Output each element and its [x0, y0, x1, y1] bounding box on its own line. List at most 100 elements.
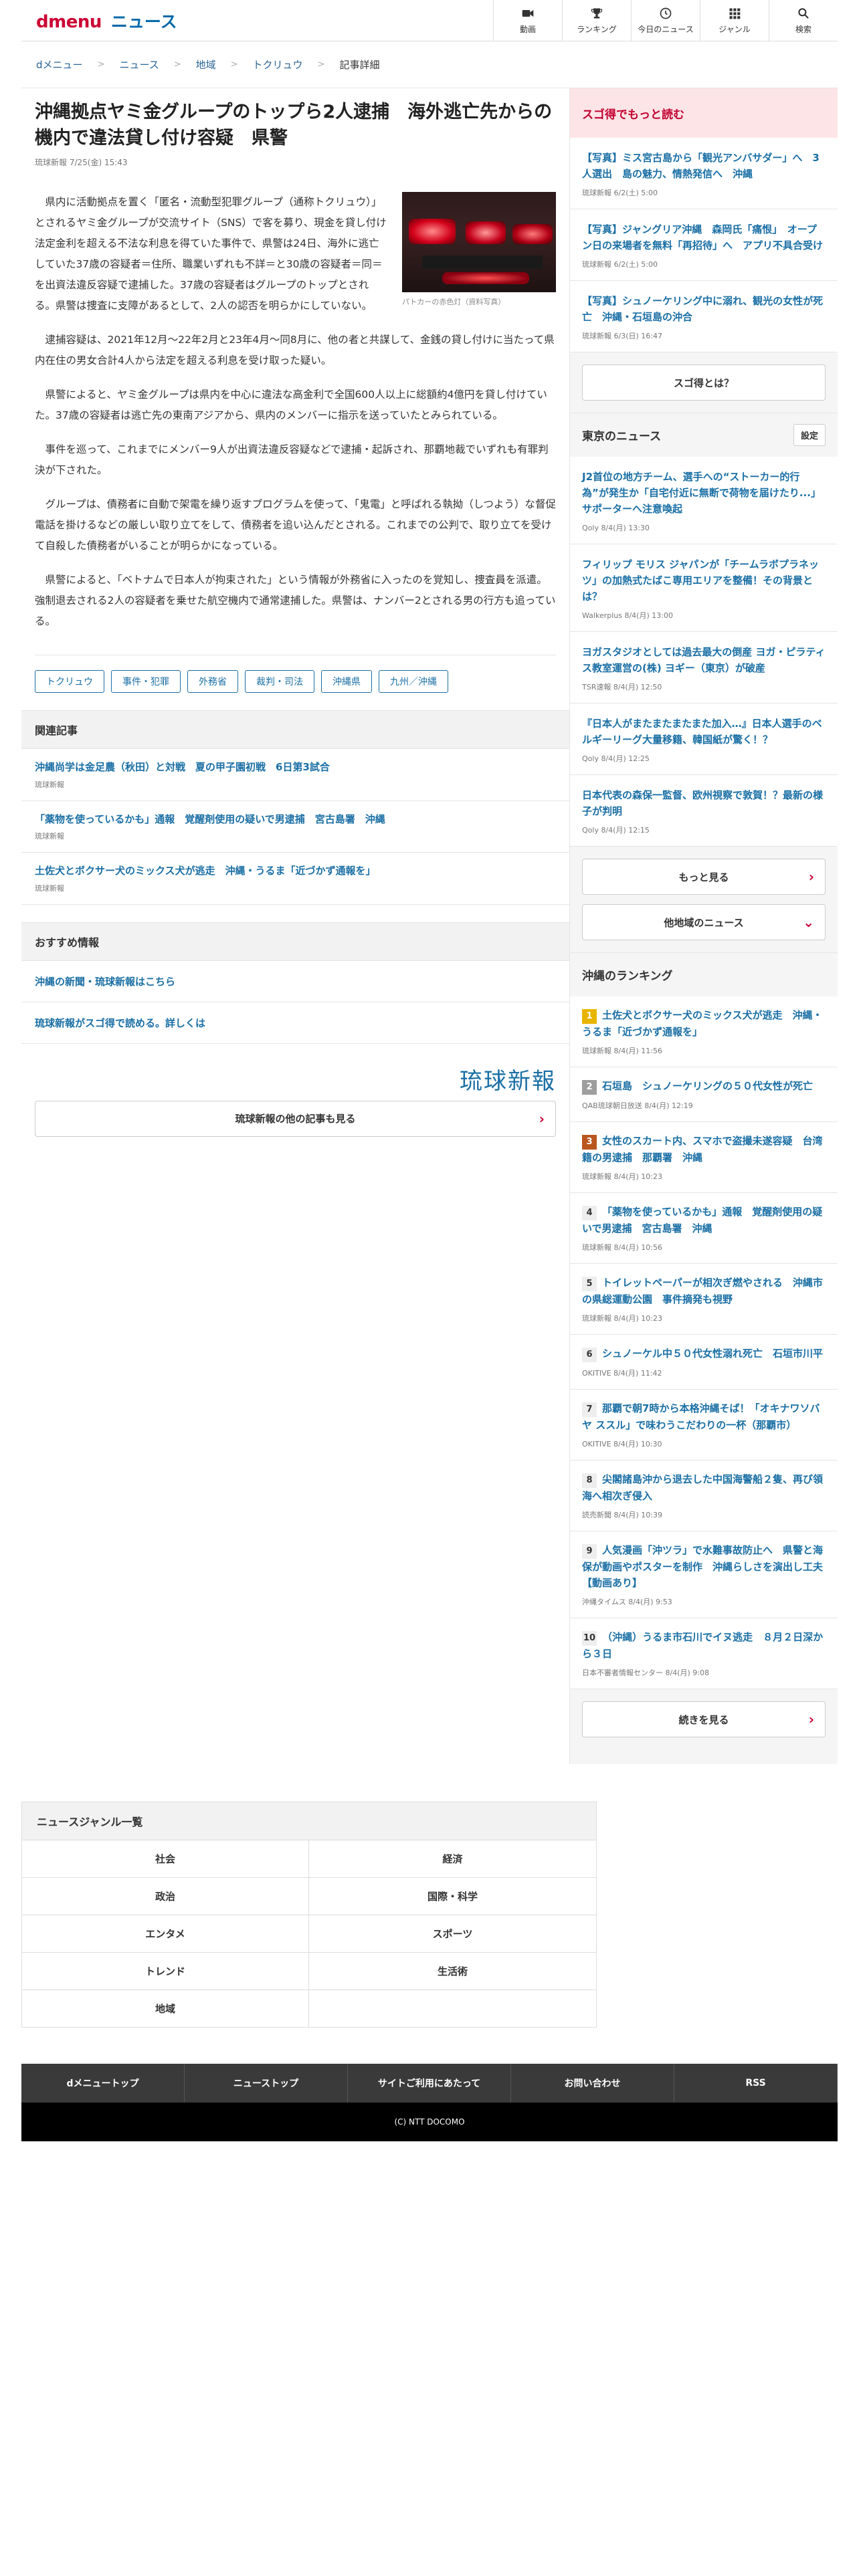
ranking-item[interactable]: 5 トイレットペーパーが相次ぎ燃やされる 沖縄市の県総運動公園 事件摘発も視野 琉… [570, 1264, 838, 1335]
tokyo-news-title[interactable]: J2首位の地方チーム、選手への“ストーカー的行為”が発生か「自宅付近に無断で荷物… [582, 469, 826, 517]
tokyo-news-item[interactable]: J2首位の地方チーム、選手への“ストーカー的行為”が発生か「自宅付近に無断で荷物… [570, 457, 838, 544]
tag-okinawa[interactable]: 沖縄県 [321, 670, 372, 693]
nav-search[interactable]: 検索 [769, 0, 838, 41]
sugotoku-title[interactable]: 【写真】ミス宮古島から「観光アンバサダー」へ 3人選出 島の魅力、情熱発信へ 沖… [582, 150, 826, 182]
article-photo[interactable]: パトカーの赤色灯（資料写真） [402, 192, 556, 310]
recommend-link[interactable]: 琉球新報がスゴ得で読める。詳しくは [21, 1002, 569, 1044]
sugotoku-about-button[interactable]: スゴ得とは？ [582, 364, 826, 401]
ranking-title[interactable]: 9 人気漫画「沖ツラ」で水難事故防止へ 県警と海保が動画やポスターを制作 沖縄らし… [582, 1542, 826, 1591]
tag-crime[interactable]: 事件・犯罪 [111, 670, 181, 693]
ranking-item[interactable]: 6 シュノーケル中５０代女性溺れ死亡 石垣市川平 OKITIVE 8/4(月) 1… [570, 1335, 838, 1390]
recommend-link[interactable]: 沖縄の新聞・琉球新報はこちら [21, 961, 569, 1002]
nav-genre[interactable]: ジャンル [700, 0, 769, 41]
genre-sports[interactable]: スポーツ [309, 1915, 597, 1953]
related-item[interactable]: 沖縄尚学は金足農（秋田）と対戦 夏の甲子園初戦 6日第3試合 琉球新報 [21, 749, 569, 801]
tokyo-news-item[interactable]: ヨガスタジオとしては過去最大の倒産 ヨガ・ピラティス教室運営の(株) ヨギー（東… [570, 632, 838, 704]
police-lamp-image[interactable] [402, 192, 556, 293]
ranking-title[interactable]: 10 （沖縄）うるま市石川でイヌ逃走 ８月２日深から３日 [582, 1629, 826, 1662]
tokyo-news-title[interactable]: 日本代表の森保一監督、欧州視察で敦賀！？最新の様子が判明 [582, 787, 826, 819]
chevron-right-icon: › [808, 1711, 814, 1727]
ranking-title[interactable]: 4 「薬物を使っているかも」通報 覚醒剤使用の疑いで男逮捕 宮古島署 沖縄 [582, 1204, 826, 1237]
ranking-item[interactable]: 1 土佐犬とボクサー犬のミックス犬が逃走 沖縄・うるま「近づかず通報を」 琉球新報… [570, 996, 838, 1067]
tokyo-more-label: もっと見る [678, 871, 729, 883]
publisher-more-button[interactable]: 琉球新報の他の記事も見る › [35, 1100, 556, 1137]
tag-kyushu[interactable]: 九州／沖縄 [379, 670, 448, 693]
genre-region[interactable]: 地域 [21, 1990, 309, 2028]
related-item[interactable]: 土佐犬とボクサー犬のミックス犬が逃走 沖縄・うるま「近づかず通報を」 琉球新報 [21, 853, 569, 905]
genre-international[interactable]: 国際・科学 [309, 1878, 597, 1915]
sugotoku-title[interactable]: 【写真】シュノーケリング中に溺れ、観光の女性が死亡 沖縄・石垣島の沖合 [582, 293, 826, 325]
ranking-meta: 琉球新報 8/4(月) 10:56 [582, 1243, 662, 1252]
footer-terms[interactable]: サイトご利用にあたって [348, 2064, 511, 2103]
rank-number: 10 [582, 1631, 597, 1646]
tag-justice[interactable]: 裁判・司法 [245, 670, 314, 693]
breadcrumb-news[interactable]: ニュース [119, 58, 159, 72]
article-paragraph: 県警によると、ヤミ金グループは県内を中心に違法な高金利で全国600人以上に総額約… [35, 389, 547, 422]
tokyo-news-item[interactable]: 『日本人がまたまたまたまた加入…』日本人選手のベルギーリーグ大量移籍、韓国紙が驚… [570, 704, 838, 775]
rank-number: 8 [582, 1473, 597, 1488]
ranking-item[interactable]: 9 人気漫画「沖ツラ」で水難事故防止へ 県警と海保が動画やポスターを制作 沖縄らし… [570, 1531, 838, 1618]
related-title[interactable]: 沖縄尚学は金足農（秋田）と対戦 夏の甲子園初戦 6日第3試合 [35, 760, 556, 775]
site-logo[interactable]: dmenu ニュース [21, 9, 177, 33]
ranking-title-text: 土佐犬とボクサー犬のミックス犬が逃走 沖縄・うるま「近づかず通報を」 [582, 1009, 823, 1038]
ranking-title[interactable]: 2 石垣島 シュノーケリングの５０代女性が死亡 [582, 1078, 826, 1095]
dmenu-logo[interactable]: dmenu [36, 12, 102, 32]
breadcrumb-dmenu[interactable]: dメニュー [36, 58, 83, 72]
news-logo[interactable]: ニュース [111, 9, 177, 33]
genre-society[interactable]: 社会 [21, 1840, 309, 1878]
footer-rss[interactable]: RSS [674, 2064, 838, 2103]
footer-contact[interactable]: お問い合わせ [511, 2064, 674, 2103]
genre-economy[interactable]: 経済 [309, 1840, 597, 1878]
ranking-title[interactable]: 3 女性のスカート内、スマホで盗撮未遂容疑 台湾籍の男逮捕 那覇署 沖縄 [582, 1133, 826, 1166]
content-columns: 沖縄拠点ヤミ金グループのトップら2人逮捕 海外逃亡先からの機内で違法貸し付け容疑… [21, 88, 838, 1764]
breadcrumb-tokuryu[interactable]: トクリュウ [253, 58, 303, 72]
ranking-item[interactable]: 3 女性のスカート内、スマホで盗撮未遂容疑 台湾籍の男逮捕 那覇署 沖縄 琉球新報… [570, 1122, 838, 1193]
tokyo-news-title[interactable]: 『日本人がまたまたまたまた加入…』日本人選手のベルギーリーグ大量移籍、韓国紙が驚… [582, 716, 826, 748]
article-title: 沖縄拠点ヤミ金グループのトップら2人逮捕 海外逃亡先からの機内で違法貸し付け容疑… [35, 102, 553, 149]
ryukyu-shimpo-logo[interactable]: 琉球新報 [21, 1044, 569, 1101]
ranking-item[interactable]: 2 石垣島 シュノーケリングの５０代女性が死亡 QAB琉球朝日放送 8/4(月) … [570, 1067, 838, 1122]
ranking-item[interactable]: 4 「薬物を使っているかも」通報 覚醒剤使用の疑いで男逮捕 宮古島署 沖縄 琉球新… [570, 1193, 838, 1264]
ranking-item[interactable]: 8 尖閣諸島沖から退去した中国海警船２隻、再び領海へ相次ぎ侵入 読売新聞 8/4(… [570, 1461, 838, 1531]
ranking-item[interactable]: 7 那覇で朝7時から本格沖縄そば！「オキナワソバヤ ススル」で味わうこだわりの一杯… [570, 1390, 838, 1461]
sugotoku-item[interactable]: 【写真】シュノーケリング中に溺れ、観光の女性が死亡 沖縄・石垣島の沖合 琉球新報… [570, 281, 838, 352]
genre-trend[interactable]: トレンド [21, 1953, 309, 1990]
footer-dmenu-top[interactable]: dメニュートップ [21, 2064, 185, 2103]
sugotoku-title[interactable]: 【写真】ジャングリア沖縄 森岡氏「痛恨」 オープン日の来場者を無料「再招待」へ … [582, 221, 826, 253]
tokyo-news-item[interactable]: 日本代表の森保一監督、欧州視察で敦賀！？最新の様子が判明 Qoly 8/4(月)… [570, 775, 838, 847]
nav-video[interactable]: 動画 [493, 0, 562, 41]
genre-lifestyle[interactable]: 生活術 [309, 1953, 597, 1990]
ranking-heading: 沖縄のランキング [582, 970, 673, 983]
sugotoku-item[interactable]: 【写真】ジャングリア沖縄 森岡氏「痛恨」 オープン日の来場者を無料「再招待」へ … [570, 209, 838, 281]
genre-empty-cell [309, 1990, 597, 2028]
nav-today[interactable]: 今日のニュース [631, 0, 700, 41]
breadcrumb-region[interactable]: 地域 [196, 58, 216, 72]
tokyo-news-title[interactable]: フィリップ モリス ジャパンが「チームラボプラネッツ」の加熱式たばこ専用エリアを… [582, 556, 826, 605]
ranking-title[interactable]: 7 那覇で朝7時から本格沖縄そば！「オキナワソバヤ ススル」で味わうこだわりの一杯… [582, 1400, 826, 1433]
footer-news-top[interactable]: ニューストップ [185, 2064, 348, 2103]
genre-heading: ニュースジャンル一覧 [21, 1802, 597, 1840]
tag-tokuryu[interactable]: トクリュウ [35, 670, 104, 693]
ranking-item[interactable]: 10 （沖縄）うるま市石川でイヌ逃走 ８月２日深から３日 日本不審者情報センター … [570, 1618, 838, 1689]
ranking-title[interactable]: 1 土佐犬とボクサー犬のミックス犬が逃走 沖縄・うるま「近づかず通報を」 [582, 1007, 826, 1040]
sugotoku-item[interactable]: 【写真】ミス宮古島から「観光アンバサダー」へ 3人選出 島の魅力、情熱発信へ 沖… [570, 138, 838, 209]
tokyo-news-title[interactable]: ヨガスタジオとしては過去最大の倒産 ヨガ・ピラティス教室運営の(株) ヨギー（東… [582, 644, 826, 676]
related-item[interactable]: 「薬物を使っているかも」通報 覚醒剤使用の疑いで男逮捕 宮古島署 沖縄 琉球新報 [21, 801, 569, 853]
genre-politics[interactable]: 政治 [21, 1878, 309, 1915]
related-title[interactable]: 「薬物を使っているかも」通報 覚醒剤使用の疑いで男逮捕 宮古島署 沖縄 [35, 812, 556, 827]
site-header: dmenu ニュース 動画 ランキング 今日のニュース ジャンル 検索 [21, 0, 838, 41]
ranking-title[interactable]: 6 シュノーケル中５０代女性溺れ死亡 石垣市川平 [582, 1346, 826, 1362]
other-region-button[interactable]: 他地域のニュース ⌄ [582, 904, 826, 940]
related-title[interactable]: 土佐犬とボクサー犬のミックス犬が逃走 沖縄・うるま「近づかず通報を」 [35, 863, 556, 879]
tag-mofa[interactable]: 外務省 [187, 670, 238, 693]
tokyo-news-item[interactable]: フィリップ モリス ジャパンが「チームラボプラネッツ」の加熱式たばこ専用エリアを… [570, 544, 838, 632]
genre-entertainment[interactable]: エンタメ [21, 1915, 309, 1953]
nav-ranking[interactable]: ランキング [562, 0, 631, 41]
tokyo-more-button[interactable]: もっと見る › [582, 859, 826, 895]
region-setting-button[interactable]: 設定 [793, 424, 826, 446]
ranking-more-button[interactable]: 続きを見る › [582, 1701, 826, 1737]
ranking-title[interactable]: 8 尖閣諸島沖から退去した中国海警船２隻、再び領海へ相次ぎ侵入 [582, 1471, 826, 1504]
ranking-title[interactable]: 5 トイレットペーパーが相次ぎ燃やされる 沖縄市の県総運動公園 事件摘発も視野 [582, 1275, 826, 1307]
ranking-title-text: 那覇で朝7時から本格沖縄そば！「オキナワソバヤ ススル」で味わうこだわりの一杯（… [582, 1402, 820, 1431]
